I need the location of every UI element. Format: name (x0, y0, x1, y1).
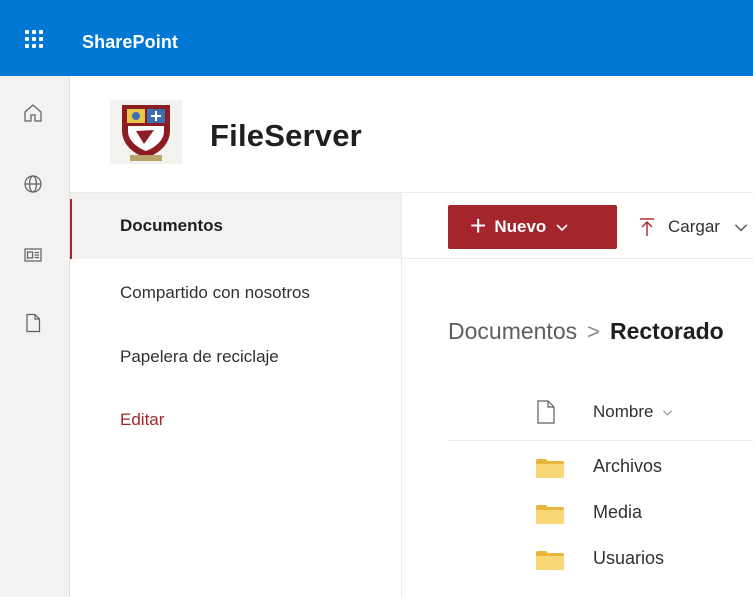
nav-edit-link[interactable]: Editar (70, 387, 401, 453)
file-name[interactable]: Usuarios (593, 548, 664, 569)
site-title[interactable]: FileServer (210, 118, 362, 154)
app-bar (0, 76, 70, 597)
file-name[interactable]: Archivos (593, 456, 662, 477)
column-name-label: Nombre (593, 402, 654, 421)
site-logo[interactable] (110, 100, 182, 164)
app-name[interactable]: SharePoint (82, 32, 178, 53)
nav-item-documentos[interactable]: Documentos (70, 193, 401, 259)
folder-icon (536, 551, 564, 570)
news-icon[interactable] (22, 244, 44, 266)
file-type-icon[interactable] (536, 400, 556, 424)
list-item[interactable]: Media (448, 490, 753, 536)
new-button[interactable]: + Nuevo (448, 205, 617, 249)
breadcrumb-root[interactable]: Documentos (448, 318, 577, 345)
upload-button-label: Cargar (668, 217, 720, 236)
list-item[interactable]: Usuarios (448, 536, 753, 582)
nav-item-papelera[interactable]: Papelera de reciclaje (70, 324, 401, 390)
app-launcher-button[interactable] (0, 0, 70, 76)
folder-icon (536, 459, 564, 478)
plus-icon: + (470, 209, 487, 241)
upload-button[interactable]: Cargar (638, 205, 750, 249)
chevron-down-icon (556, 224, 568, 232)
nav-item-compartido[interactable]: Compartido con nosotros (70, 260, 401, 326)
globe-icon[interactable] (22, 173, 44, 195)
left-navigation: Documentos Compartido con nosotros Papel… (70, 193, 402, 597)
command-bar: + Nuevo Cargar (402, 193, 753, 259)
document-icon[interactable] (22, 312, 44, 334)
list-header: Nombre (448, 385, 753, 441)
breadcrumb-separator: > (587, 318, 600, 344)
column-header-name[interactable]: Nombre (593, 402, 674, 422)
chevron-down-icon (663, 410, 673, 416)
waffle-icon (25, 30, 45, 50)
upload-icon (640, 218, 654, 236)
folder-icon (536, 505, 564, 524)
file-name[interactable]: Media (593, 502, 642, 523)
new-button-label: Nuevo (494, 217, 547, 236)
suite-bar: SharePoint (0, 0, 753, 76)
breadcrumb-current: Rectorado (609, 318, 724, 344)
breadcrumb: Documentos > Rectorado (448, 318, 724, 345)
chevron-down-icon (734, 224, 748, 232)
home-icon[interactable] (22, 102, 44, 124)
list-item[interactable]: Archivos (448, 444, 753, 490)
